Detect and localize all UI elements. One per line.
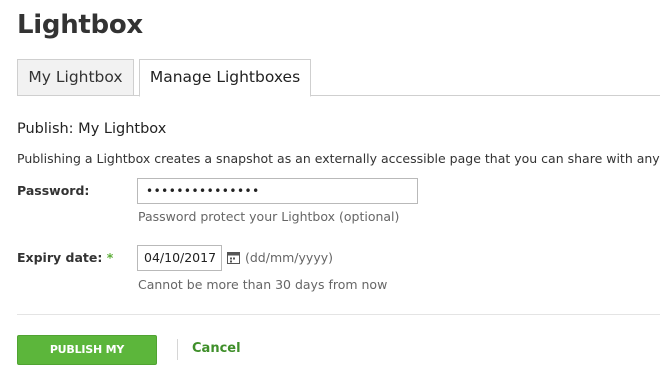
- expiry-date-field[interactable]: 04/10/2017: [137, 245, 222, 271]
- publish-button[interactable]: PUBLISH MY LIGHTBOX: [17, 335, 157, 384]
- expiry-date-label: Expiry date: *: [17, 250, 113, 265]
- section-title: Publish: My Lightbox: [17, 121, 167, 137]
- page-title: Lightbox: [17, 10, 143, 40]
- required-marker: *: [106, 250, 114, 265]
- date-format-hint: (dd/mm/yyyy): [245, 250, 333, 265]
- password-field[interactable]: •••••••••••••••: [137, 178, 418, 204]
- actions-separator: [177, 339, 178, 360]
- password-hint: Password protect your Lightbox (optional…: [138, 209, 400, 224]
- cancel-link[interactable]: Cancel: [192, 341, 241, 356]
- publish-description: Publishing a Lightbox creates a snapshot…: [17, 151, 660, 166]
- form-divider: [17, 314, 660, 315]
- tab-my-lightbox[interactable]: My Lightbox: [17, 59, 134, 96]
- expiry-date-label-text: Expiry date:: [17, 250, 103, 265]
- tab-manage-lightboxes[interactable]: Manage Lightboxes: [139, 59, 311, 97]
- expiry-hint: Cannot be more than 30 days from now: [138, 277, 388, 292]
- password-label: Password:: [17, 183, 90, 198]
- calendar-icon[interactable]: [227, 251, 240, 264]
